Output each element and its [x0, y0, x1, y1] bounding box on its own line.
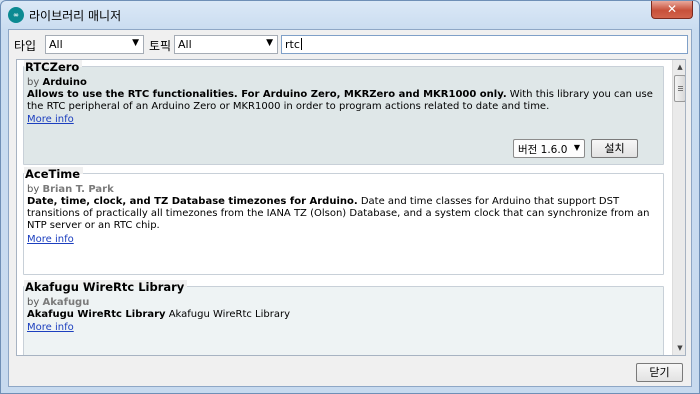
author-name: Arduino	[42, 77, 87, 88]
more-info-link[interactable]: More info	[27, 322, 74, 333]
version-select[interactable]: 버전 1.6.0 ▼	[513, 139, 585, 158]
author-name: Brian T. Park	[42, 184, 114, 195]
text-caret	[300, 38, 302, 50]
library-author: by Arduino	[27, 77, 87, 88]
more-info-link[interactable]: More info	[27, 114, 74, 125]
scroll-up-arrow-icon[interactable]: ▲	[673, 60, 685, 74]
library-manager-window: ∞ 라이브러리 매니저 ✕ 타입 All ▼ 토픽 All ▼ rtc RTCZ…	[0, 0, 700, 394]
close-button[interactable]: 닫기	[636, 363, 683, 382]
by-prefix: by	[27, 184, 40, 195]
search-input[interactable]: rtc	[281, 35, 688, 54]
title-bar: ∞ 라이브러리 매니저 ✕	[1, 1, 699, 29]
topic-filter-value: All	[178, 38, 192, 51]
library-list[interactable]: RTCZero by Arduino Allows to use the RTC…	[16, 59, 686, 356]
library-author: by Brian T. Park	[27, 184, 114, 195]
arduino-logo-icon: ∞	[8, 7, 24, 23]
library-description: Akafugu WireRtc Library Akafugu WireRtc …	[27, 309, 657, 321]
library-name: Akafugu WireRtc Library	[24, 280, 188, 294]
library-sentence: Date, time, clock, and TZ Database timez…	[27, 196, 358, 207]
more-info-link[interactable]: More info	[27, 234, 74, 245]
library-item[interactable]: AceTime by Brian T. Park Date, time, clo…	[23, 167, 664, 275]
by-prefix: by	[27, 77, 40, 88]
library-author: by Akafugu	[27, 297, 89, 308]
install-button[interactable]: 설치	[591, 139, 638, 158]
type-filter-value: All	[49, 38, 63, 51]
library-item[interactable]: RTCZero by Arduino Allows to use the RTC…	[23, 60, 664, 165]
topic-filter-label: 토픽	[149, 39, 172, 53]
scrollbar-thumb[interactable]	[674, 75, 685, 102]
version-value: 버전 1.6.0	[518, 144, 568, 156]
library-description: Allows to use the RTC functionalities. F…	[27, 89, 657, 113]
author-name: Akafugu	[42, 297, 90, 308]
search-input-value: rtc	[285, 38, 300, 51]
vertical-scrollbar[interactable]: ▲ ▼	[672, 60, 685, 355]
by-prefix: by	[27, 297, 40, 308]
library-paragraph: Akafugu WireRtc Library	[165, 309, 291, 320]
type-filter-label: 타입	[14, 39, 37, 53]
window-title: 라이브러리 매니저	[29, 9, 122, 23]
library-name: AceTime	[24, 167, 84, 181]
topic-filter-select[interactable]: All ▼	[174, 35, 278, 54]
chevron-down-icon: ▼	[573, 143, 580, 152]
library-sentence: Akafugu WireRtc Library	[27, 309, 166, 320]
library-name: RTCZero	[24, 60, 83, 74]
type-filter-select[interactable]: All ▼	[45, 35, 144, 54]
library-description: Date, time, clock, and TZ Database timez…	[27, 196, 657, 232]
scroll-down-arrow-icon[interactable]: ▼	[673, 341, 685, 355]
library-sentence: Allows to use the RTC functionalities. F…	[27, 89, 507, 100]
grip-line	[678, 88, 683, 89]
chevron-down-icon: ▼	[132, 38, 139, 48]
dialog-body: 타입 All ▼ 토픽 All ▼ rtc RTCZero by Arduino…	[8, 29, 692, 387]
grip-line	[678, 90, 683, 91]
library-item[interactable]: Akafugu WireRtc Library by Akafugu Akafu…	[23, 280, 664, 355]
chevron-down-icon: ▼	[266, 38, 273, 48]
grip-line	[678, 86, 683, 87]
window-close-button[interactable]: ✕	[651, 1, 693, 19]
